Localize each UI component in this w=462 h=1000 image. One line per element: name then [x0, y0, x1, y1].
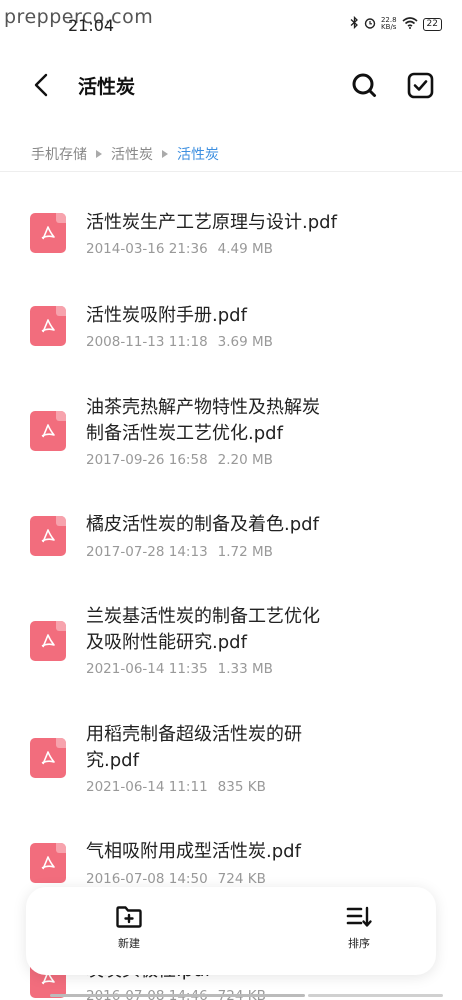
alarm-icon	[364, 17, 376, 32]
sort-button[interactable]: 排序	[319, 905, 399, 957]
file-date: 2017-07-28 14:13	[86, 544, 208, 560]
file-date: 2017-09-26 16:58	[86, 452, 208, 468]
file-name: 油茶壳热解产物特性及热解炭 制备活性炭工艺优化.pdf	[86, 397, 320, 444]
pdf-file-icon	[30, 213, 66, 253]
pdf-file-icon	[30, 621, 66, 661]
scroll-indicator	[50, 994, 305, 997]
file-meta: 2016-07-08 14:50 724 KB	[86, 871, 266, 887]
wifi-icon	[402, 16, 418, 32]
chevron-left-icon	[34, 73, 48, 97]
file-size: 3.69 MB	[217, 334, 273, 350]
breadcrumb-separator-icon	[162, 150, 168, 158]
file-item[interactable]: 橘皮活性炭的制备及着色.pdf 2017-07-28 14:13 1.72 MB	[0, 500, 462, 600]
breadcrumb: 手机存储 活性炭 活性炭	[31, 144, 219, 164]
file-name: 气相吸附用成型活性炭.pdf	[86, 841, 301, 862]
new-folder-button[interactable]: 新建	[89, 905, 169, 957]
file-name: 活性炭吸附手册.pdf	[86, 305, 247, 326]
file-item[interactable]: 用稻壳制备超级活性炭的研 究.pdf 2021-06-14 11:11 835 K…	[0, 709, 462, 819]
file-name: 兰炭基活性炭的制备工艺优化 及吸附性能研究.pdf	[86, 606, 320, 653]
file-item[interactable]: 油茶壳热解产物特性及热解炭 制备活性炭工艺优化.pdf 2017-09-26 1…	[0, 382, 462, 492]
file-item[interactable]: 气相吸附用成型活性炭.pdf 2016-07-08 14:50 724 KB	[0, 827, 462, 887]
pdf-file-icon	[30, 738, 66, 778]
page-title: 活性炭	[78, 76, 136, 98]
pdf-file-icon	[30, 516, 66, 556]
scroll-indicator	[308, 994, 443, 997]
sort-label: 排序	[348, 937, 370, 950]
file-date: 2021-06-14 11:35	[86, 661, 208, 677]
file-meta: 2017-09-26 16:58 2.20 MB	[86, 452, 273, 468]
breadcrumb-item-folder[interactable]: 活性炭	[111, 144, 153, 164]
status-icons: 22.8 KB/s 22	[350, 15, 442, 32]
file-item[interactable]: 活性炭吸附手册.pdf 2008-11-13 11:18 3.69 MB	[0, 289, 462, 389]
file-size: 2.20 MB	[217, 452, 273, 468]
file-item[interactable]: 兰炭基活性炭的制备工艺优化 及吸附性能研究.pdf 2021-06-14 11:…	[0, 591, 462, 701]
file-date: 2008-11-13 11:18	[86, 334, 208, 350]
net-speed: 22.8 KB/s	[380, 16, 397, 31]
folder-add-icon	[116, 906, 142, 928]
pdf-file-icon	[30, 843, 66, 883]
back-button[interactable]	[26, 70, 56, 100]
search-icon	[352, 73, 376, 97]
bluetooth-icon	[350, 15, 359, 32]
file-name: 橘皮活性炭的制备及着色.pdf	[86, 514, 319, 535]
file-date: 2014-03-16 21:36	[86, 241, 208, 257]
file-size: 1.72 MB	[217, 544, 273, 560]
battery-indicator: 22	[422, 17, 442, 31]
status-bar: prepperco.com 21:04 22.8 KB/s 22	[0, 0, 462, 40]
breadcrumb-item-current: 活性炭	[177, 147, 219, 163]
divider	[0, 171, 462, 172]
status-time: 21:04	[68, 16, 115, 35]
file-size: 4.49 MB	[217, 241, 273, 257]
bottom-action-bar: 新建 排序	[26, 887, 436, 975]
file-date: 2021-06-14 11:11	[86, 779, 208, 795]
file-meta: 2021-06-14 11:11 835 KB	[86, 779, 266, 795]
file-date: 2016-07-08 14:50	[86, 871, 208, 887]
file-size: 1.33 MB	[217, 661, 273, 677]
file-meta: 2021-06-14 11:35 1.33 MB	[86, 661, 273, 677]
file-name: 用稻壳制备超级活性炭的研 究.pdf	[86, 724, 302, 771]
file-size: 724 KB	[217, 871, 266, 887]
breadcrumb-item-storage[interactable]: 手机存储	[31, 144, 87, 164]
file-name: 活性炭生产工艺原理与设计.pdf	[86, 212, 337, 233]
pdf-file-icon	[30, 306, 66, 346]
header: 活性炭	[0, 60, 462, 110]
multi-select-button[interactable]	[405, 70, 435, 100]
file-meta: 2008-11-13 11:18 3.69 MB	[86, 334, 273, 350]
pdf-file-icon	[30, 411, 66, 451]
file-item[interactable]: 活性炭生产工艺原理与设计.pdf 2014-03-16 21:36 4.49 MB	[0, 196, 462, 296]
file-meta: 2014-03-16 21:36 4.49 MB	[86, 241, 273, 257]
search-button[interactable]	[349, 70, 379, 100]
file-meta: 2017-07-28 14:13 1.72 MB	[86, 544, 273, 560]
breadcrumb-separator-icon	[96, 150, 102, 158]
checkbox-select-icon	[407, 72, 433, 98]
new-folder-label: 新建	[118, 937, 140, 950]
file-size: 835 KB	[217, 779, 266, 795]
sort-icon	[346, 906, 372, 927]
